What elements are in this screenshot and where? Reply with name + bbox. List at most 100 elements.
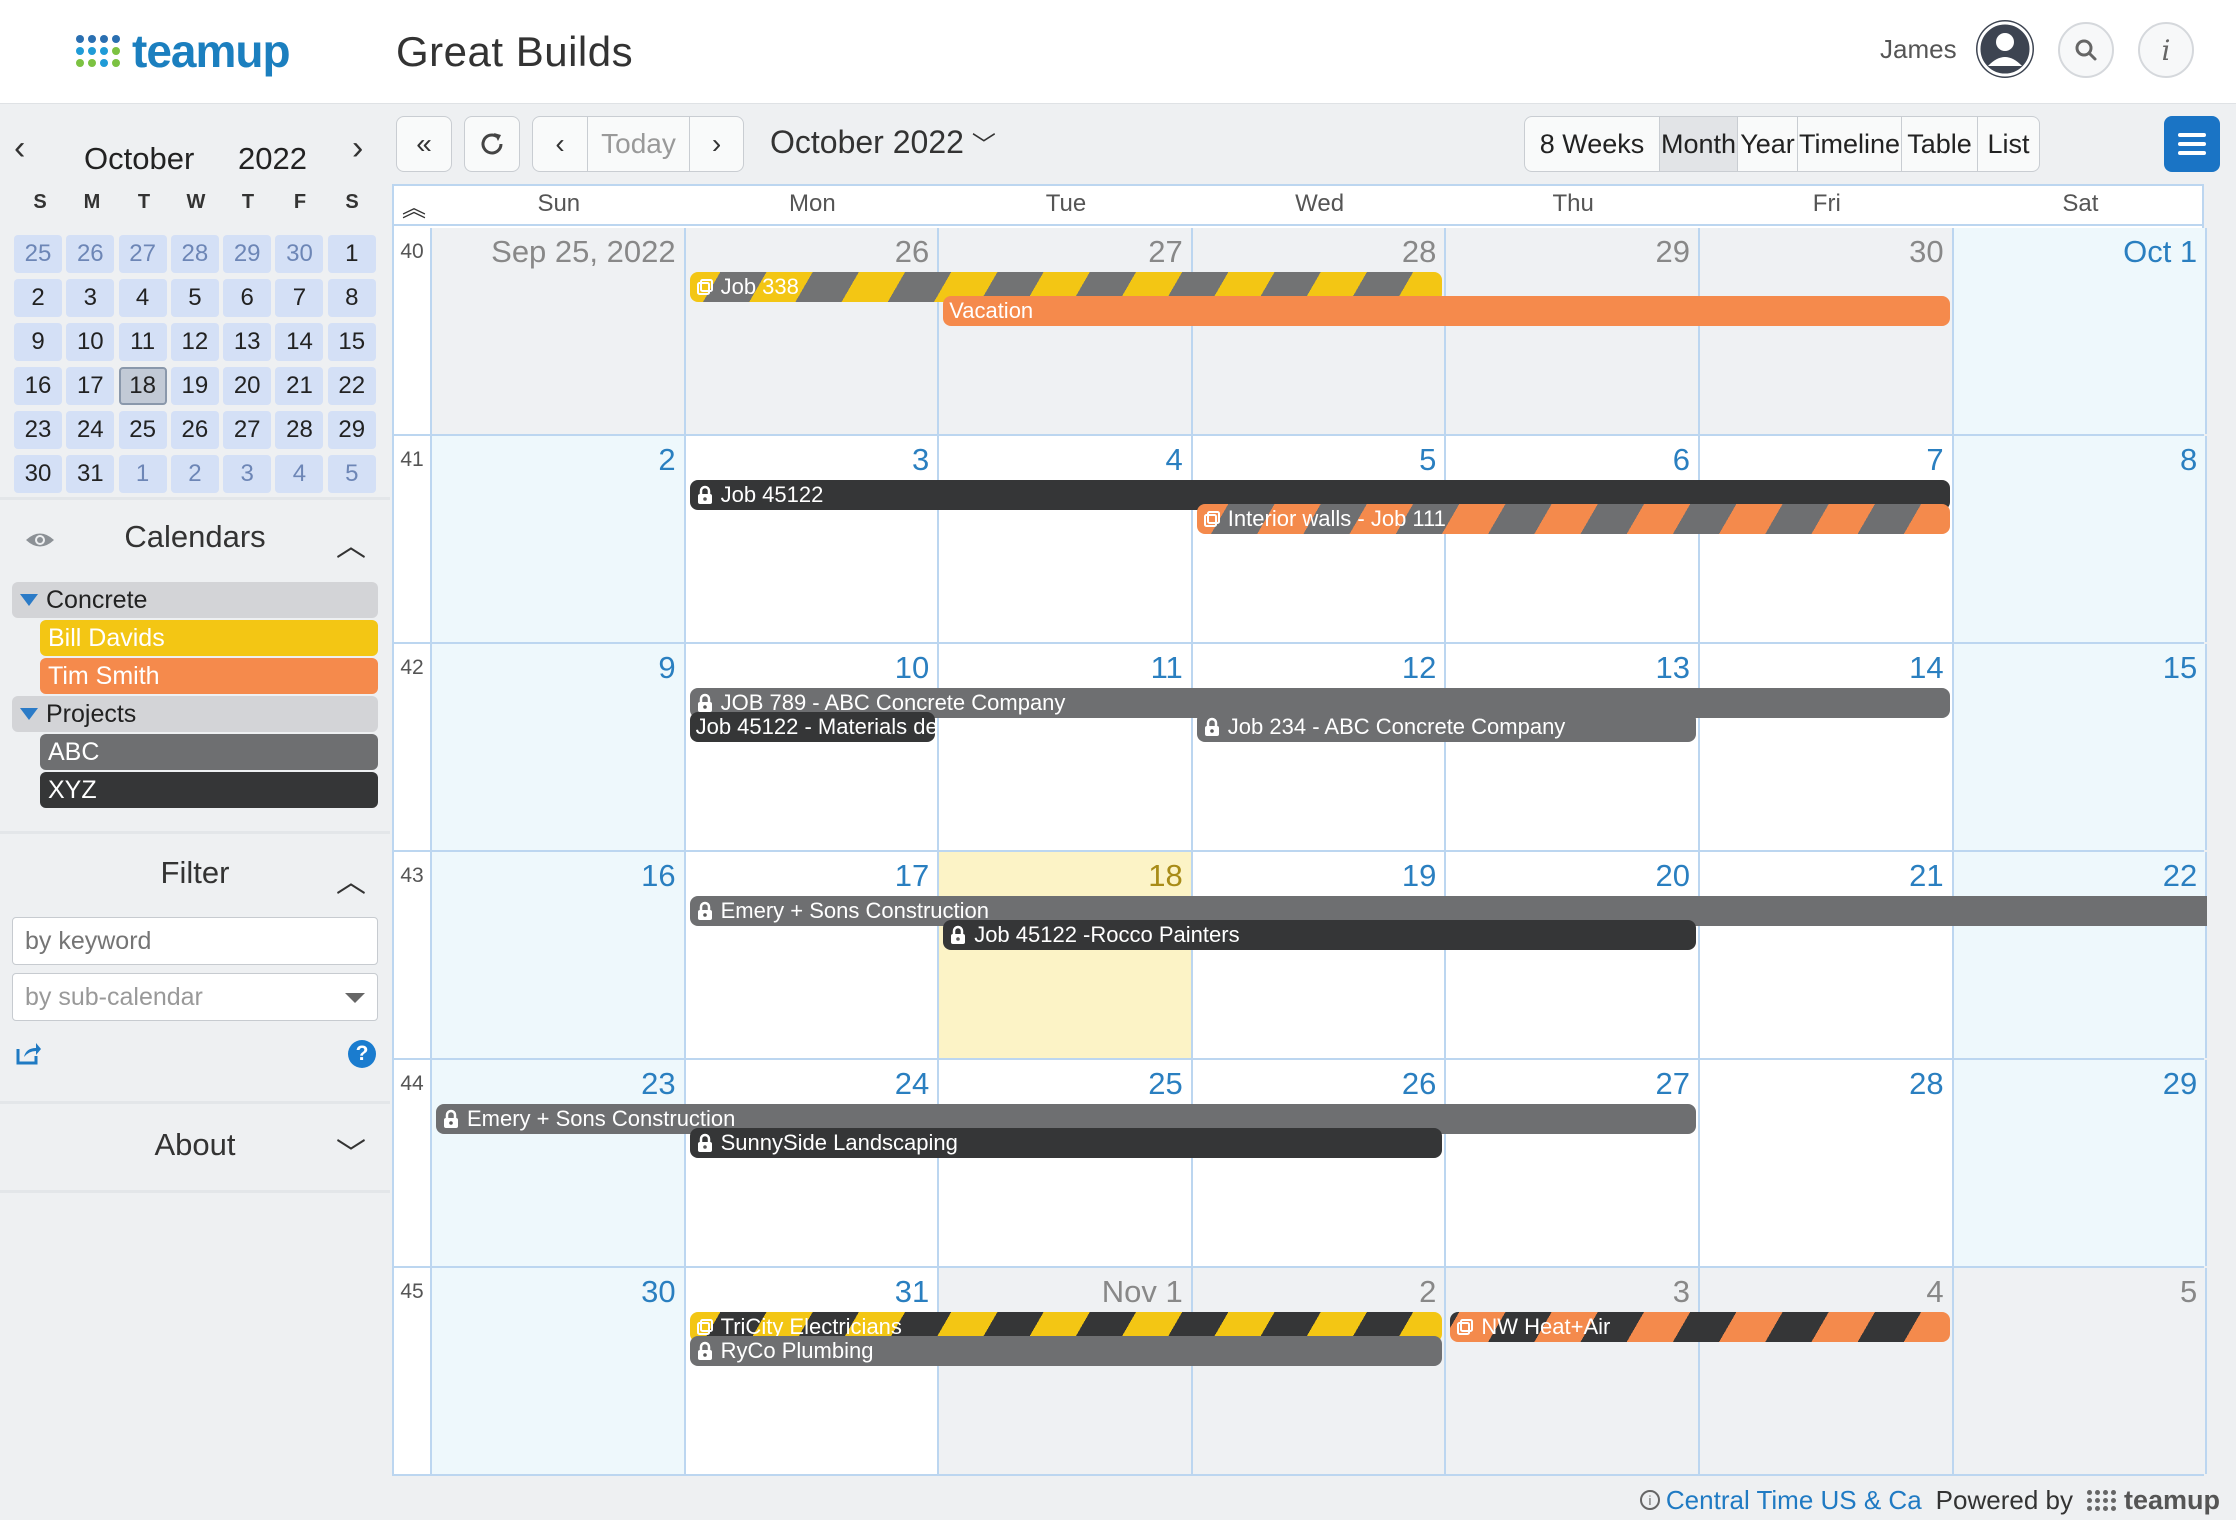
chevron-down-icon[interactable]: ﹀ bbox=[336, 1129, 366, 1173]
day-number[interactable]: 5 bbox=[1419, 442, 1436, 478]
day-number[interactable]: 15 bbox=[2163, 650, 2197, 686]
teamup-logo[interactable]: teamup bbox=[76, 24, 291, 78]
day-cell[interactable]: 6 bbox=[1446, 436, 1700, 642]
mini-day[interactable]: 16 bbox=[14, 367, 62, 405]
day-number[interactable]: 28 bbox=[1909, 1066, 1943, 1102]
mini-day[interactable]: 19 bbox=[170, 367, 219, 405]
day-cell[interactable]: 24 bbox=[686, 1060, 940, 1266]
day-number[interactable]: 14 bbox=[1909, 650, 1943, 686]
view-button-8-weeks[interactable]: 8 Weeks bbox=[1524, 116, 1660, 172]
week-number[interactable]: 44 bbox=[394, 1060, 432, 1266]
day-cell[interactable]: 8 bbox=[1953, 436, 2208, 642]
day-cell[interactable]: 27 bbox=[1446, 1060, 1700, 1266]
day-cell[interactable]: 23 bbox=[432, 1060, 686, 1266]
mini-day[interactable]: 25 bbox=[118, 411, 167, 449]
day-number[interactable]: 20 bbox=[1656, 858, 1690, 894]
week-number[interactable]: 45 bbox=[394, 1268, 432, 1474]
day-number[interactable]: 19 bbox=[1402, 858, 1436, 894]
refresh-button[interactable] bbox=[464, 116, 520, 172]
calendar-event[interactable]: Interior walls - Job 111 bbox=[1196, 504, 1950, 534]
day-number[interactable]: 6 bbox=[1673, 442, 1690, 478]
day-cell[interactable]: 17 bbox=[686, 852, 940, 1058]
prev-period-button[interactable]: ‹ bbox=[532, 116, 588, 172]
day-cell[interactable]: 30 bbox=[1700, 228, 1954, 434]
search-button[interactable] bbox=[2058, 22, 2114, 78]
today-button[interactable]: Today bbox=[588, 116, 690, 172]
calendars-section-header[interactable]: Calendars ︿ bbox=[0, 515, 390, 565]
day-cell[interactable]: 21 bbox=[1700, 852, 1954, 1058]
mini-month[interactable]: October bbox=[84, 141, 194, 177]
day-cell[interactable]: 20 bbox=[1446, 852, 1700, 1058]
mini-day[interactable]: 5 bbox=[327, 455, 376, 493]
day-cell[interactable]: 5 bbox=[1953, 1268, 2208, 1474]
mini-day[interactable]: 26 bbox=[170, 411, 219, 449]
mini-prev-month-icon[interactable]: ‹ bbox=[14, 129, 25, 168]
subcalendar-filter-select[interactable]: by sub-calendar bbox=[12, 973, 378, 1021]
calendar-item-abc[interactable]: ABC bbox=[40, 734, 378, 770]
calendar-event[interactable]: SunnySide Landscaping bbox=[689, 1128, 1443, 1158]
day-number[interactable]: 26 bbox=[895, 234, 929, 270]
mini-day[interactable]: 28 bbox=[275, 411, 324, 449]
calendar-group-concrete[interactable]: Concrete bbox=[12, 582, 378, 618]
mini-day[interactable]: 17 bbox=[66, 367, 115, 405]
day-cell[interactable]: 29 bbox=[1953, 1060, 2208, 1266]
collapse-rows-icon[interactable]: ︽ bbox=[398, 188, 430, 222]
mini-day[interactable]: 9 bbox=[14, 323, 62, 361]
mini-day-today[interactable]: 18 bbox=[118, 367, 167, 405]
day-cell[interactable]: 4 bbox=[1700, 1268, 1954, 1474]
view-button-year[interactable]: Year bbox=[1738, 116, 1798, 172]
mini-day[interactable]: 31 bbox=[66, 455, 115, 493]
day-number[interactable]: 31 bbox=[895, 1274, 929, 1310]
calendar-event[interactable]: Job 45122 -Rocco Painters bbox=[943, 920, 1696, 950]
period-selector[interactable]: October 2022 ﹀ bbox=[770, 124, 996, 161]
expand-triangle-icon[interactable] bbox=[20, 708, 38, 720]
mini-day[interactable]: 24 bbox=[66, 411, 115, 449]
day-number[interactable]: 4 bbox=[1926, 1274, 1943, 1310]
day-cell[interactable]: 15 bbox=[1953, 644, 2208, 850]
mini-day[interactable]: 2 bbox=[14, 279, 62, 317]
day-number[interactable]: 27 bbox=[1148, 234, 1182, 270]
day-number[interactable]: 17 bbox=[895, 858, 929, 894]
day-number[interactable]: Nov 1 bbox=[1102, 1274, 1183, 1310]
chevron-up-icon[interactable]: ︿ bbox=[336, 521, 366, 565]
day-cell[interactable]: 28 bbox=[1700, 1060, 1954, 1266]
mini-day[interactable]: 8 bbox=[327, 279, 376, 317]
day-cell[interactable]: 30 bbox=[432, 1268, 686, 1474]
mini-day[interactable]: 15 bbox=[327, 323, 376, 361]
mini-day[interactable]: 12 bbox=[170, 323, 219, 361]
about-section-header[interactable]: About ﹀ bbox=[0, 1123, 390, 1173]
day-number[interactable]: 10 bbox=[895, 650, 929, 686]
day-cell[interactable]: 29 bbox=[1446, 228, 1700, 434]
day-cell[interactable]: 14 bbox=[1700, 644, 1954, 850]
mini-day[interactable]: 6 bbox=[223, 279, 272, 317]
mini-day[interactable]: 30 bbox=[275, 235, 324, 273]
day-number[interactable]: Oct 1 bbox=[2123, 234, 2197, 270]
day-number[interactable]: 3 bbox=[1673, 1274, 1690, 1310]
day-cell[interactable]: 9 bbox=[432, 644, 686, 850]
day-cell[interactable]: 25 bbox=[939, 1060, 1193, 1266]
day-number[interactable]: 22 bbox=[2163, 858, 2197, 894]
day-cell[interactable]: 12 bbox=[1193, 644, 1447, 850]
filter-section-header[interactable]: Filter ︿ bbox=[0, 851, 390, 901]
mini-day[interactable]: 23 bbox=[14, 411, 62, 449]
calendar-event[interactable]: Vacation bbox=[943, 296, 1950, 326]
mini-day[interactable]: 29 bbox=[223, 235, 272, 273]
day-number[interactable]: 2 bbox=[1419, 1274, 1436, 1310]
day-number[interactable]: 12 bbox=[1402, 650, 1436, 686]
mini-day[interactable]: 27 bbox=[118, 235, 167, 273]
calendar-event[interactable]: Job 234 - ABC Concrete Company bbox=[1196, 712, 1696, 742]
day-number[interactable]: 8 bbox=[2180, 442, 2197, 478]
collapse-sidebar-button[interactable]: « bbox=[396, 116, 452, 172]
day-cell[interactable]: 28 bbox=[1192, 228, 1447, 434]
footer-brand-link[interactable]: teamup bbox=[2086, 1485, 2220, 1516]
mini-day[interactable]: 13 bbox=[223, 323, 272, 361]
day-cell[interactable]: 7 bbox=[1700, 436, 1954, 642]
day-cell-today[interactable]: 18 bbox=[939, 852, 1193, 1058]
mini-day[interactable]: 1 bbox=[118, 455, 167, 493]
mini-day[interactable]: 3 bbox=[223, 455, 272, 493]
day-cell[interactable]: Oct 1 bbox=[1953, 228, 2208, 434]
day-cell[interactable]: 2 bbox=[1192, 1268, 1447, 1474]
day-cell[interactable]: 19 bbox=[1193, 852, 1447, 1058]
calendar-item-tim-smith[interactable]: Tim Smith bbox=[40, 658, 378, 694]
calendar-event[interactable]: RyCo Plumbing bbox=[689, 1336, 1443, 1366]
